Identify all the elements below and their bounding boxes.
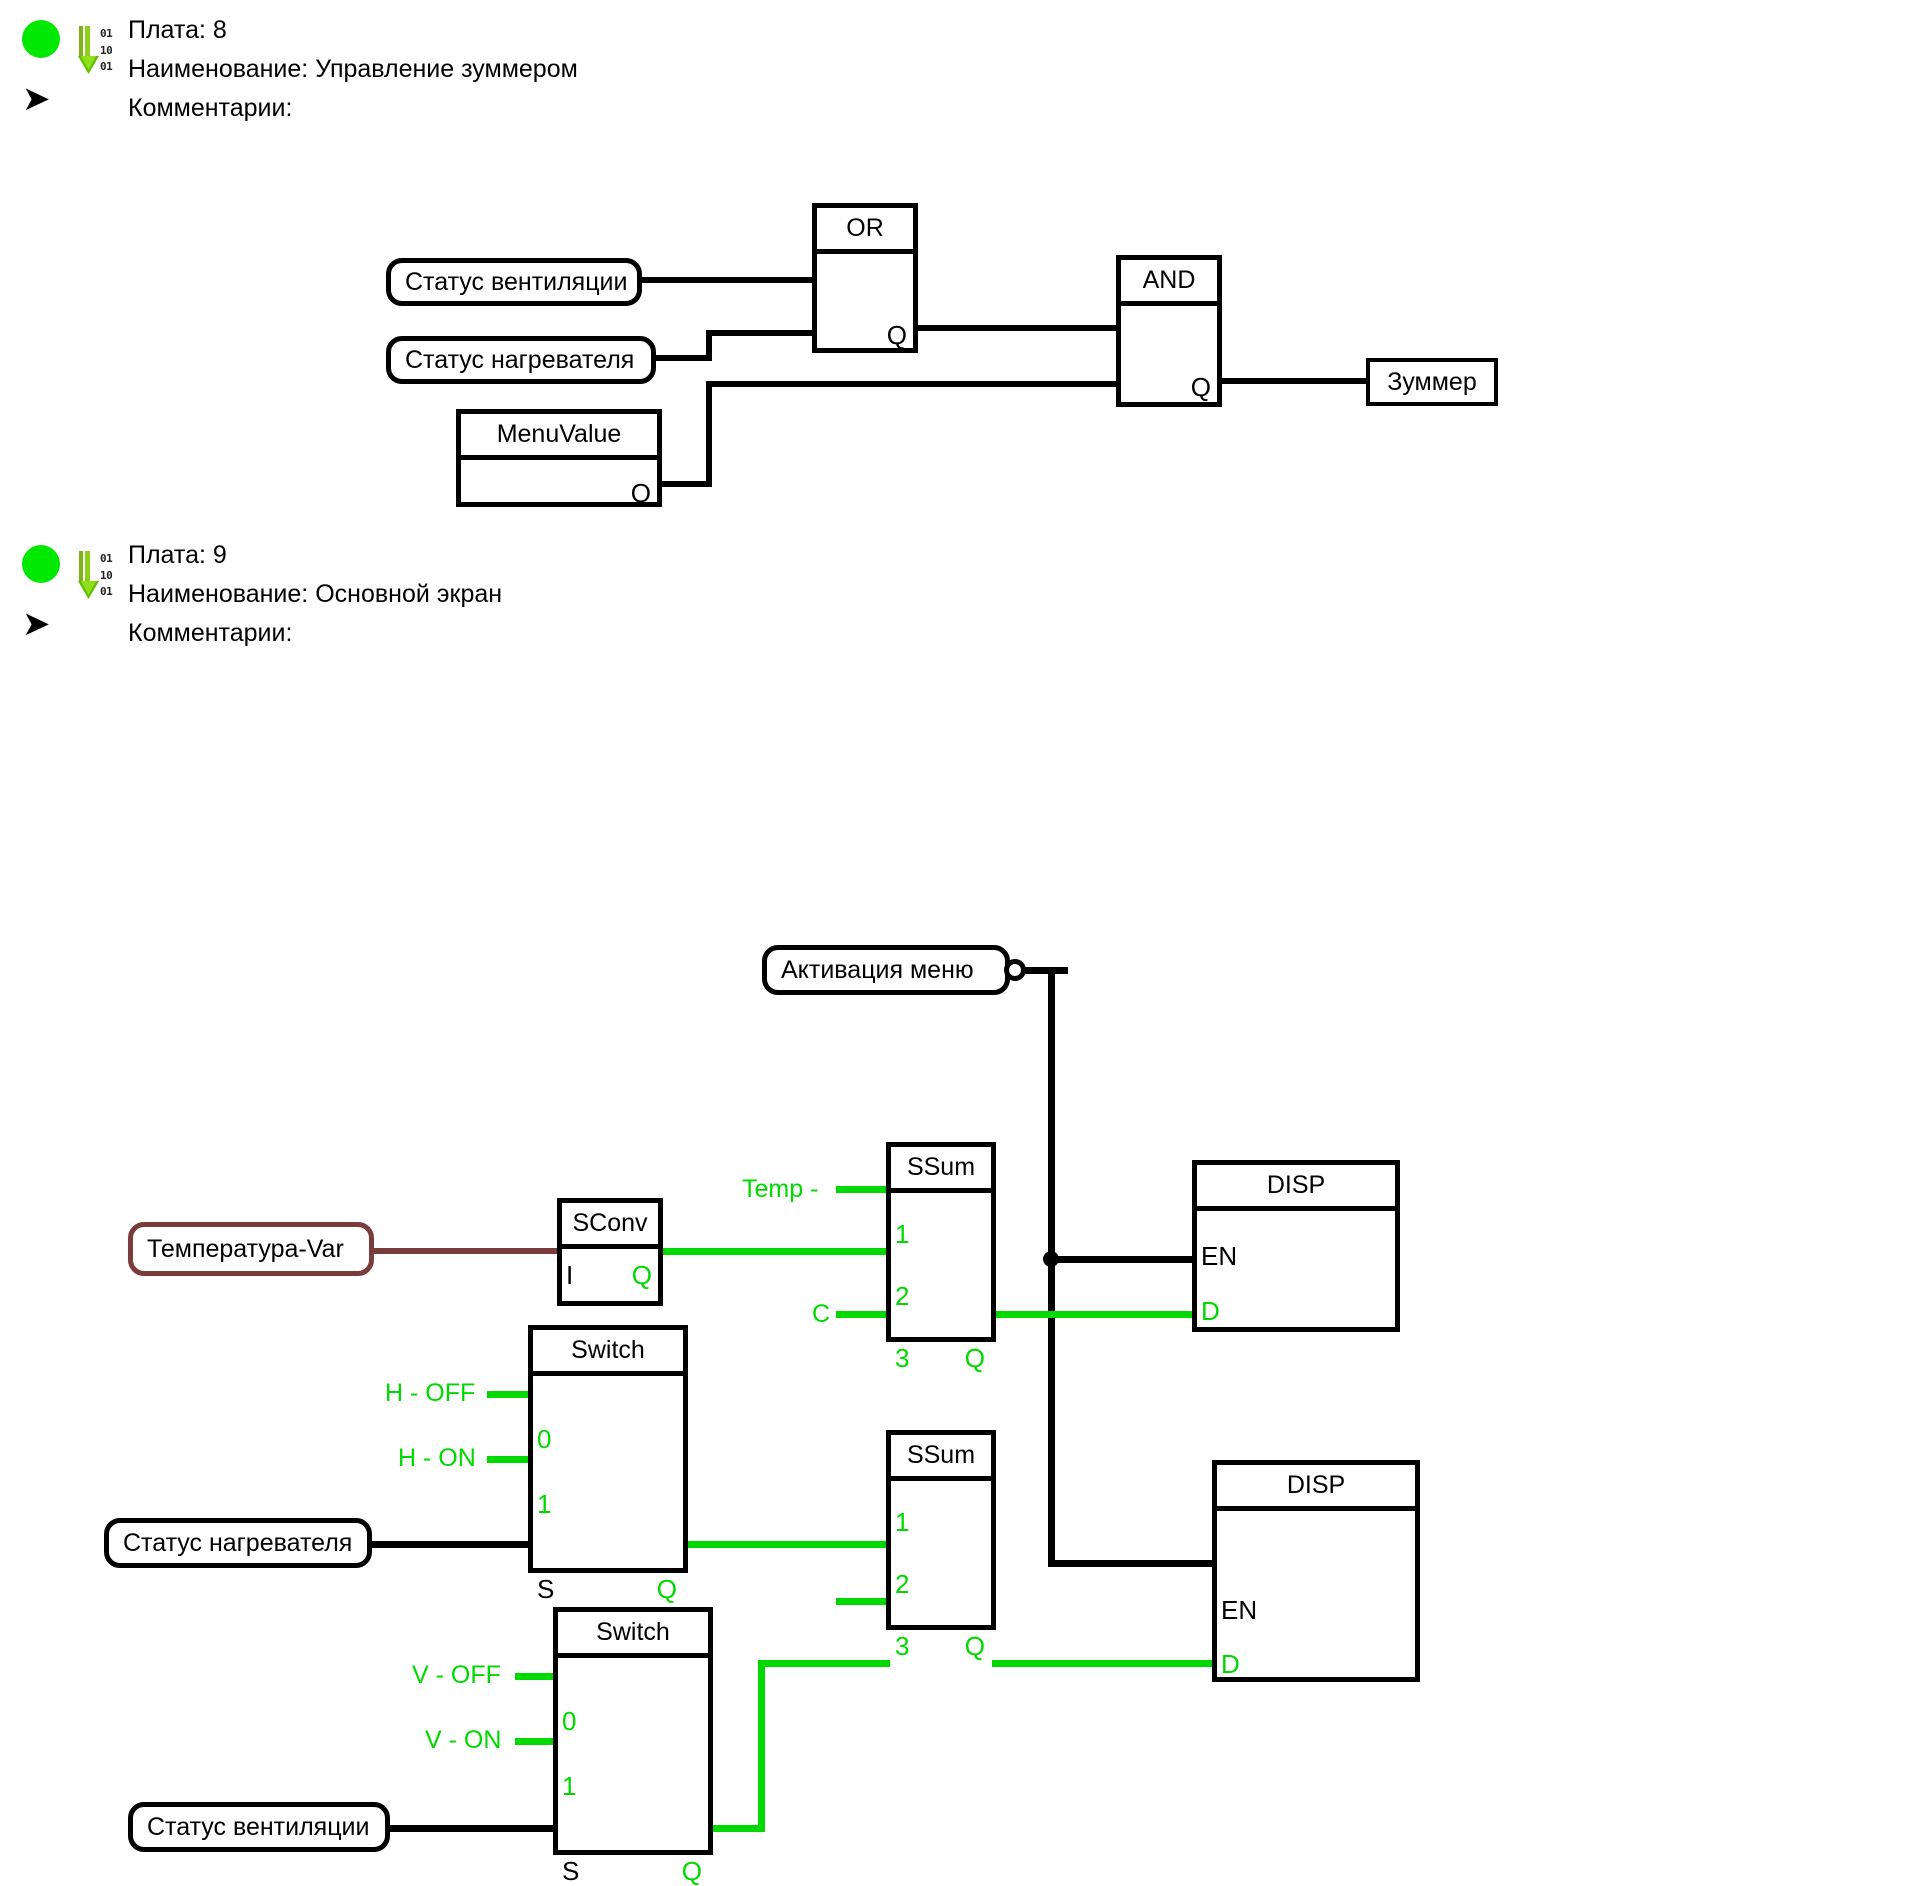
block-ssum-top-port-q: Q (964, 1343, 985, 1373)
block-switch-vent[interactable]: Switch 0 1 S Q (553, 1607, 713, 1884)
block-switch-vent-port-s: S (562, 1856, 580, 1886)
signal-temperature-var[interactable]: Температура-Var (128, 1222, 374, 1276)
wire-temp-label-stub (836, 1186, 890, 1193)
label-temp-minus: Temp - (742, 1175, 819, 1203)
label-h-off: H - OFF (385, 1379, 476, 1407)
block-switch-vent-port-1: 1 (562, 1771, 577, 1801)
wire-vent-to-switch-v (388, 1825, 554, 1832)
signal-heater-status-2[interactable]: Статус нагревателя (104, 1518, 372, 1568)
signal-vent-status-2-label: Статус вентиляции (147, 1812, 370, 1841)
block-ssum-bottom[interactable]: SSum 1 2 3 Q (886, 1430, 996, 1659)
block-switch-vent-title: Switch (558, 1612, 708, 1658)
wire-switch-v-q-v (758, 1660, 765, 1832)
block-switch-heater-title: Switch (533, 1330, 683, 1376)
block-switch-heater-port-0: 0 (537, 1424, 552, 1454)
block-disp-bottom-title: DISP (1217, 1465, 1415, 1511)
block-switch-heater[interactable]: Switch 0 1 S Q (528, 1325, 688, 1602)
block-switch-vent-port-q: Q (681, 1856, 702, 1886)
signal-heater-status-2-label: Статус нагревателя (123, 1528, 353, 1557)
block-switch-vent-port-0: 0 (562, 1706, 577, 1736)
wire-ssum-bot-2-stub (836, 1598, 890, 1605)
block-ssum-top-port-1: 1 (895, 1219, 910, 1249)
wire-temperature-to-sconv (372, 1248, 562, 1254)
block-ssum-top[interactable]: SSum 1 2 3 Q (886, 1142, 996, 1371)
block-ssum-top-port-2: 2 (895, 1281, 910, 1311)
block-ssum-bottom-port-3: 3 (895, 1631, 910, 1661)
wire-c-label-stub (836, 1311, 890, 1318)
negation-circle-icon (1004, 959, 1026, 981)
block-switch-heater-port-1: 1 (537, 1489, 552, 1519)
label-v-on: V - ON (425, 1726, 502, 1754)
wire-ssum-top-q-to-disp-top-d (992, 1311, 1226, 1318)
wire-switch-v-q-h2 (758, 1660, 890, 1667)
signal-menu-activation[interactable]: Активация меню (762, 945, 1010, 995)
block-ssum-bottom-title: SSum (891, 1435, 991, 1481)
signal-vent-status-2[interactable]: Статус вентиляции (128, 1802, 390, 1852)
signal-temperature-var-label: Температура-Var (147, 1234, 344, 1263)
block-disp-bottom[interactable]: DISP EN D (1212, 1460, 1420, 1682)
block-switch-heater-port-q: Q (656, 1574, 677, 1604)
block-sconv-port-i: I (566, 1260, 574, 1290)
wire-sconv-q-to-ssum-top-2 (660, 1248, 890, 1255)
block-sconv[interactable]: SConv I Q (557, 1198, 663, 1306)
wire-menu-activation-h (1022, 967, 1068, 974)
label-h-on: H - ON (398, 1444, 476, 1472)
label-celsius: C (812, 1300, 831, 1328)
wire-menu-trunk-v (1048, 967, 1055, 1567)
wire-switch-v-q-h1 (706, 1825, 764, 1832)
block-switch-heater-port-s: S (537, 1574, 555, 1604)
block-disp-bottom-port-en: EN (1221, 1595, 1258, 1625)
block-ssum-bottom-port-1: 1 (895, 1507, 910, 1537)
block-sconv-title: SConv (562, 1203, 658, 1249)
block-ssum-bottom-port-2: 2 (895, 1569, 910, 1599)
wire-trunk-to-disp-bot-en (1048, 1560, 1216, 1567)
label-v-off: V - OFF (412, 1661, 501, 1689)
wire-trunk-to-disp-top-en (1048, 1256, 1196, 1263)
block-ssum-bottom-port-q: Q (964, 1631, 985, 1661)
diagram-main-screen: Активация меню Температура-Var Статус на… (0, 0, 1920, 1884)
block-disp-top-title: DISP (1197, 1165, 1395, 1211)
block-ssum-top-port-3: 3 (895, 1343, 910, 1373)
wire-ssum-bot-q-to-disp-bot-d (992, 1660, 1246, 1667)
wire-junction-dot (1043, 1251, 1059, 1267)
wire-switch-h-q-to-ssum-bot-1 (686, 1541, 890, 1548)
block-disp-top-port-d: D (1201, 1296, 1220, 1326)
block-ssum-top-title: SSum (891, 1147, 991, 1193)
block-disp-top-port-en: EN (1201, 1241, 1238, 1271)
block-sconv-port-q: Q (631, 1260, 652, 1290)
block-disp-bottom-port-d: D (1221, 1649, 1240, 1679)
block-disp-top[interactable]: DISP EN D (1192, 1160, 1400, 1332)
wire-heater-to-switch-h (372, 1541, 554, 1548)
signal-menu-activation-label: Активация меню (781, 955, 974, 984)
